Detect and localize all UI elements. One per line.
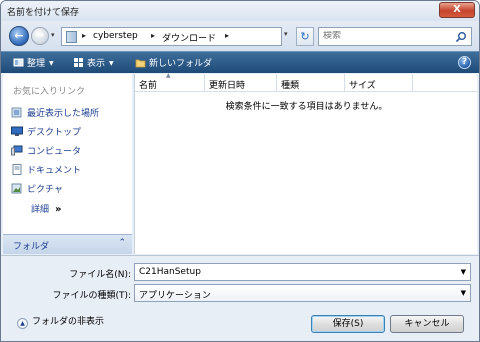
- nav-link-label: ピクチャ: [27, 185, 63, 195]
- filename-input[interactable]: [139, 267, 449, 277]
- column-header-size[interactable]: サイズ: [345, 74, 413, 91]
- forward-arrow-icon: →: [35, 30, 45, 41]
- header-divider: [135, 91, 478, 92]
- chevron-down-icon: ▼: [460, 289, 466, 297]
- nav-link-label: コンピュータ: [27, 147, 82, 157]
- folder-icon: [66, 31, 77, 43]
- breadcrumb-separator-icon[interactable]: ▸: [151, 31, 155, 40]
- column-header-type[interactable]: 種類: [277, 74, 345, 91]
- search-input[interactable]: [323, 31, 451, 41]
- filetype-label: ファイルの種類(T):: [52, 291, 131, 301]
- filetype-select[interactable]: アプリケーション ▼: [134, 284, 471, 302]
- details-label: 詳細: [31, 205, 50, 215]
- close-button[interactable]: X: [439, 2, 475, 18]
- nav-link-pictures[interactable]: ピクチャ: [11, 182, 63, 195]
- desktop-icon: [11, 126, 23, 136]
- documents-icon: [12, 164, 22, 175]
- command-toolbar: 整理 ▼ 表示 ▼ 新しいフォルダ ?: [1, 51, 479, 73]
- window-title: 名前を付けて保存: [7, 8, 80, 18]
- help-glyph: ?: [461, 57, 468, 67]
- back-button[interactable]: ←: [9, 26, 29, 46]
- back-arrow-icon: ←: [14, 29, 24, 42]
- recent-places-icon: [11, 107, 22, 118]
- column-header-label: 更新日時: [209, 81, 246, 91]
- new-folder-icon: [135, 59, 146, 68]
- filename-label: ファイル名(N):: [69, 270, 131, 280]
- title-bar[interactable]: 名前を付けて保存 X: [1, 1, 479, 21]
- refresh-button[interactable]: ↻: [296, 27, 314, 46]
- sort-ascending-icon: ▲: [166, 72, 171, 79]
- folders-bar[interactable]: フォルダ ⌃: [3, 234, 132, 254]
- folders-label: フォルダ: [13, 242, 50, 252]
- address-dropdown-icon[interactable]: ▾: [284, 30, 288, 38]
- filename-combobox[interactable]: ▼: [134, 263, 471, 281]
- chevron-down-icon[interactable]: ▼: [461, 268, 466, 276]
- nav-link-label: ドキュメント: [27, 166, 82, 176]
- chevron-up-icon: ⌃: [118, 238, 126, 248]
- breadcrumb-downloads[interactable]: ダウンロード: [162, 31, 216, 44]
- chevron-down-icon: ▼: [109, 60, 114, 67]
- help-icon[interactable]: ?: [458, 56, 471, 69]
- column-header-name[interactable]: ▲ 名前: [135, 72, 205, 91]
- chevron-down-icon: ▼: [49, 60, 54, 67]
- empty-results-message: 検索条件に一致する項目はありません。: [225, 102, 388, 112]
- refresh-icon: ↻: [300, 30, 310, 43]
- nav-link-documents[interactable]: ドキュメント: [11, 163, 81, 176]
- views-menu[interactable]: 表示 ▼: [73, 56, 114, 69]
- forward-button[interactable]: →: [31, 27, 49, 45]
- details-expander[interactable]: 詳細 »: [31, 202, 61, 215]
- views-label: 表示: [87, 59, 106, 69]
- nav-link-computer[interactable]: コンピュータ: [11, 144, 81, 157]
- filetype-value: アプリケーション: [139, 291, 211, 301]
- nav-link-label: 最近表示した場所: [27, 109, 100, 119]
- column-header-label: 名前: [139, 81, 158, 91]
- breadcrumb-separator-icon[interactable]: ▸: [82, 31, 86, 40]
- address-bar[interactable]: ▸ cyberstep ▸ ダウンロード ▸: [61, 27, 282, 46]
- organize-label: 整理: [27, 59, 46, 69]
- address-row: ← → ▾ ▸ cyberstep ▸ ダウンロード ▸ ▾ ↻: [1, 21, 479, 51]
- double-chevron-right-icon: »: [55, 204, 62, 215]
- column-header-label: サイズ: [349, 81, 376, 91]
- column-header-date-modified[interactable]: 更新日時: [205, 74, 277, 91]
- breadcrumb-cyberstep[interactable]: cyberstep: [93, 31, 138, 41]
- file-list[interactable]: ▲ 名前 更新日時 種類 サイズ 検索条件に一致する項目はありません。: [134, 72, 478, 254]
- nav-link-label: デスクトップ: [27, 128, 82, 138]
- navigation-pane: お気に入りリンク 最近表示した場所 デスクトップ コンピュータ ドキュメント ピ…: [3, 74, 132, 254]
- search-box[interactable]: [318, 27, 472, 46]
- save-as-dialog: 名前を付けて保存 X ← → ▾ ▸ cyberstep ▸ ダウンロード ▸ …: [0, 0, 480, 342]
- computer-icon: [11, 145, 23, 156]
- new-folder-button[interactable]: 新しいフォルダ: [135, 56, 212, 69]
- hide-folders-toggle[interactable]: ▲ フォルダの非表示: [17, 314, 104, 329]
- chevron-up-icon: ▲: [17, 318, 28, 329]
- pictures-icon: [11, 183, 22, 194]
- breadcrumb-separator-icon[interactable]: ▸: [225, 31, 229, 40]
- hide-folders-label: フォルダの非表示: [32, 317, 105, 327]
- save-button[interactable]: 保存(S): [311, 315, 385, 333]
- organize-icon: [13, 58, 24, 67]
- column-header-label: 種類: [281, 81, 300, 91]
- views-icon: [74, 58, 83, 67]
- recent-pages-dropdown-icon[interactable]: ▾: [51, 31, 55, 39]
- organize-menu[interactable]: 整理 ▼: [13, 56, 54, 69]
- new-folder-label: 新しいフォルダ: [149, 59, 213, 69]
- nav-link-desktop[interactable]: デスクトップ: [11, 125, 81, 138]
- save-form: ファイル名(N): ▼ ファイルの種類(T): アプリケーション ▼ ▲ フォルダ…: [1, 255, 479, 341]
- favorite-links-heading: お気に入りリンク: [13, 87, 86, 97]
- search-icon[interactable]: [455, 31, 467, 43]
- nav-link-recent-places[interactable]: 最近表示した場所: [11, 106, 99, 119]
- cancel-button[interactable]: キャンセル: [390, 315, 464, 333]
- close-icon: X: [453, 4, 461, 15]
